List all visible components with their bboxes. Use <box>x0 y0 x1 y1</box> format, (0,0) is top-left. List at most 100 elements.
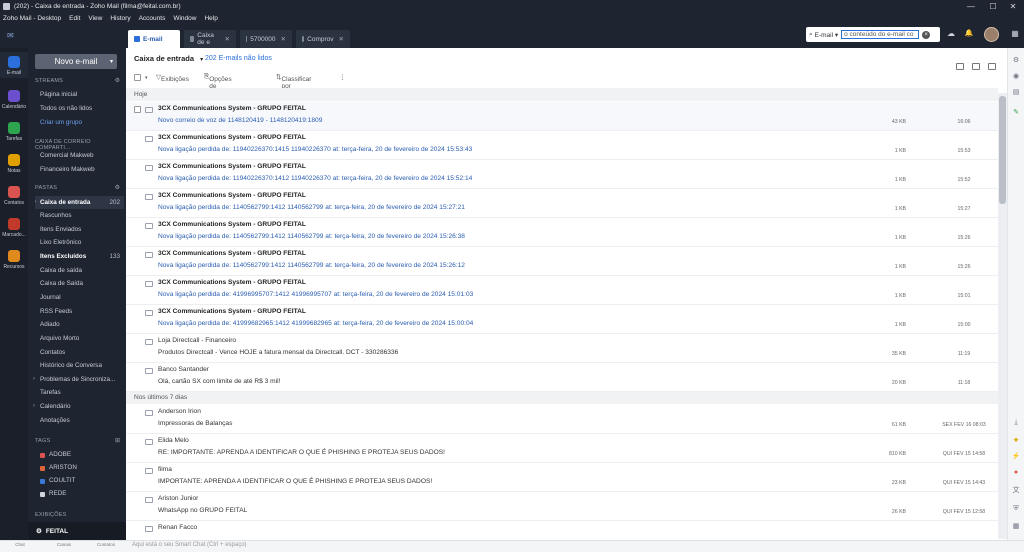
rail-resources[interactable]: Recursos <box>0 246 28 272</box>
search-bar[interactable]: ⌕ E-mail ▾ o conteúdo do e-mail co × <box>806 27 940 42</box>
bottom-channels[interactable]: Canais <box>50 542 78 547</box>
rail-notes[interactable]: Notas <box>0 150 28 176</box>
close-window-button[interactable]: ✕ <box>1002 0 1024 12</box>
sidebar-item-archive[interactable]: Arquivo Morto <box>40 332 124 345</box>
attachment-options-button[interactable]: ⎘ Opções de anexo <box>204 73 232 97</box>
lightning-icon[interactable]: ⚡ <box>1011 452 1021 462</box>
reading-pane-icon[interactable] <box>956 63 964 70</box>
email-row[interactable]: Banco Santander Olá, cartão SX com limite… <box>126 363 998 392</box>
menu-help[interactable]: Help <box>204 15 217 22</box>
menu-app[interactable]: Zoho Mail - Desktop <box>3 15 61 22</box>
email-row[interactable]: Loja Directcall - Financeiro Produtos Dir… <box>126 334 998 363</box>
search-scope-select[interactable]: E-mail ▾ <box>815 31 839 39</box>
menu-history[interactable]: History <box>110 15 130 22</box>
sidebar-item-conversation-history[interactable]: Histórico de Conversa <box>40 359 124 372</box>
security-icon[interactable]: ⛨ <box>1011 504 1021 514</box>
clear-search-icon[interactable]: × <box>922 30 931 39</box>
expand-arrow-icon[interactable]: › <box>35 196 36 209</box>
rail-calendar[interactable]: Calendário <box>0 86 28 112</box>
expand-arrow-icon[interactable]: › <box>33 376 35 382</box>
settings-icon[interactable]: ⚙ <box>1011 56 1021 66</box>
email-row[interactable]: filma IMPORTANTE: APRENDA A IDENTIFICAR O… <box>126 463 998 492</box>
more-options-icon[interactable]: ⋮ <box>339 73 346 81</box>
sidebar-item-calendar[interactable]: Calendário <box>40 400 124 413</box>
cloud-icon[interactable]: ☁ <box>946 29 956 39</box>
sidebar-item-journal[interactable]: Journal <box>40 291 124 304</box>
email-row[interactable]: 3CX Communications System - GRUPO FEITAL… <box>126 102 998 131</box>
account-switcher[interactable]: ⚙ FEITAL <box>28 522 126 540</box>
translate-icon[interactable]: 文 <box>1011 486 1021 496</box>
new-mail-dropdown-icon[interactable]: ▾ <box>110 58 113 65</box>
rail-bookmarks[interactable]: Marcado... <box>0 214 28 240</box>
folder-dropdown-icon[interactable]: ▾ <box>200 57 203 63</box>
sidebar-item-contacts[interactable]: Contatos <box>40 346 124 359</box>
menu-accounts[interactable]: Accounts <box>139 15 166 22</box>
menu-view[interactable]: View <box>88 15 102 22</box>
bottom-contacts[interactable]: Contatos <box>92 542 120 547</box>
close-tab-icon[interactable]: ✕ <box>339 35 344 43</box>
sidebar-item-snoozed[interactable]: Adiado <box>40 318 124 331</box>
close-tab-icon[interactable]: ✕ <box>281 35 286 43</box>
email-row[interactable]: 3CX Communications System - GRUPO FEITAL… <box>126 189 998 218</box>
tab-email[interactable]: E-mail <box>128 30 180 48</box>
streams-settings-icon[interactable]: ⚙ <box>115 77 120 84</box>
sidebar-item-inbox[interactable]: › Caixa de entrada 202 <box>35 196 124 209</box>
new-mail-button[interactable]: Novo e-mail ▾ <box>35 54 117 69</box>
notes-icon[interactable]: ▤ <box>1011 88 1021 98</box>
email-row[interactable]: 3CX Communications System - GRUPO FEITAL… <box>126 276 998 305</box>
row-checkbox[interactable] <box>134 106 141 113</box>
list-density-icon[interactable] <box>972 63 980 70</box>
rail-email[interactable]: E-mail <box>0 52 28 78</box>
smart-chat-input[interactable]: Aqui está o seu Smart Chat (Ctrl + espaç… <box>132 542 247 548</box>
email-row[interactable]: 3CX Communications System - GRUPO FEITAL… <box>126 247 998 276</box>
user-avatar[interactable] <box>984 27 999 42</box>
sidebar-item-sent[interactable]: Itens Enviados <box>40 223 124 236</box>
tag-adobe[interactable]: ADOBE <box>40 449 71 461</box>
add-tag-icon[interactable]: ⊞ <box>115 437 120 444</box>
notification-icon[interactable]: ● <box>1011 468 1021 478</box>
tag-coultit[interactable]: COULTIT <box>40 475 75 487</box>
sidebar-item-outbox-2[interactable]: Caixa de Saída <box>40 277 124 290</box>
sidebar-item-notes[interactable]: Anotações <box>40 414 124 427</box>
sidebar-item-outbox[interactable]: Caixa de saída <box>40 264 124 277</box>
rail-tasks[interactable]: Tarefas <box>0 118 28 144</box>
edit-icon[interactable]: ✎ <box>1011 108 1021 118</box>
apps-grid-icon[interactable]: ▦ <box>1010 29 1020 39</box>
email-row[interactable]: 3CX Communications System - GRUPO FEITAL… <box>126 131 998 160</box>
sidebar-item-home[interactable]: Página inicial <box>40 88 124 101</box>
tab-comprov[interactable]: Comprov ✕ <box>296 30 350 48</box>
views-button[interactable]: ▽ Exibições <box>156 73 189 83</box>
email-row[interactable]: Elida Melo RE: IMPORTANTE: APRENDA A IDEN… <box>126 434 998 463</box>
chat-icon[interactable]: ◉ <box>1011 72 1021 82</box>
email-row[interactable]: Anderson Irion Impressoras de Balanças 61 … <box>126 405 998 434</box>
maximize-button[interactable]: ☐ <box>982 0 1004 12</box>
tab-inbox[interactable]: Caixa de e ✕ <box>184 30 236 48</box>
layout-icon[interactable] <box>988 63 996 70</box>
email-row[interactable]: Ariston Junior WhatsApp no GRUPO FEITAL 26… <box>126 492 998 521</box>
tag-rede[interactable]: REDE <box>40 488 67 500</box>
sidebar-item-unread[interactable]: Todos os não lidos <box>40 102 124 115</box>
close-tab-icon[interactable]: ✕ <box>225 35 230 43</box>
sidebar-item-deleted[interactable]: Itens Excluídos 133 <box>40 250 124 263</box>
select-all-checkbox[interactable] <box>134 74 141 81</box>
tag-ariston[interactable]: ARISTON <box>40 462 77 474</box>
email-row[interactable]: 3CX Communications System - GRUPO FEITAL… <box>126 160 998 189</box>
email-row[interactable]: 3CX Communications System - GRUPO FEITAL… <box>126 218 998 247</box>
folder-title[interactable]: Caixa de entrada ▾ <box>134 54 203 63</box>
expand-arrow-icon[interactable]: › <box>33 403 35 409</box>
sidebar-item-comercial[interactable]: Comercial Makweb <box>40 149 124 162</box>
tab-5700000[interactable]: 5700000 ✕ <box>240 30 292 48</box>
scrollbar-thumb[interactable] <box>999 96 1006 204</box>
minimize-button[interactable]: — <box>960 0 982 12</box>
calendar-mini-icon[interactable]: ▦ <box>1011 522 1021 532</box>
bottom-chat[interactable]: Chat <box>6 542 34 547</box>
download-icon[interactable]: ⤓ <box>1011 418 1021 428</box>
menu-window[interactable]: Window <box>173 15 196 22</box>
email-row[interactable]: 3CX Communications System - GRUPO FEITAL… <box>126 305 998 334</box>
star-icon[interactable]: ★ <box>1011 436 1021 446</box>
search-input[interactable]: o conteúdo do e-mail co <box>841 30 920 39</box>
sidebar-item-financeiro[interactable]: Financeiro Makweb <box>40 163 124 176</box>
bell-icon[interactable]: 🔔 <box>964 29 974 39</box>
sidebar-item-tasks[interactable]: Tarefas <box>40 386 124 399</box>
menu-edit[interactable]: Edit <box>69 15 80 22</box>
